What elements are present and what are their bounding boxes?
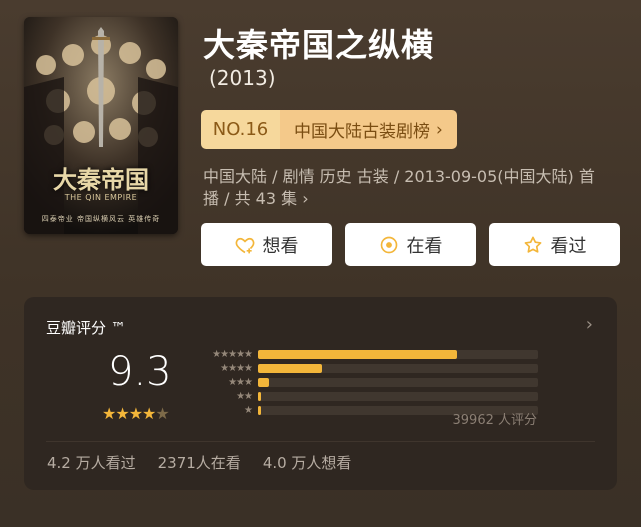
poster-title: 大秦帝国: [53, 165, 149, 194]
show-year: (2013): [209, 66, 276, 90]
divider: [46, 441, 595, 442]
show-title: 大秦帝国之纵横: [203, 26, 435, 64]
watching-label: 在看: [406, 235, 443, 257]
star-icon: ★: [102, 404, 116, 423]
poster-subtitle: THE QIN EMPIRE: [64, 193, 138, 202]
distribution-row-5: ★★★★★: [198, 347, 538, 361]
star-outline-icon: [524, 236, 541, 253]
rating-card[interactable]: 豆瓣评分 ™ › 9.3 ★★★★★ ★★★★★ ★★★★ ★★★ ★★ ★ 3…: [24, 297, 617, 490]
want-label: 想看: [262, 235, 299, 257]
four-star-icon: ★★★★: [220, 362, 253, 374]
meta-line-1: 中国大陆 / 剧情 历史 古装 / 2013-09-05(中国大陆) 首: [203, 167, 595, 186]
distribution-row-3: ★★★: [198, 375, 538, 389]
bar-track: [258, 349, 538, 359]
audience-stats: 4.2 万人看过 2371人在看 4.0 万人想看: [47, 452, 351, 473]
rating-header: 豆瓣评分 ™: [46, 319, 126, 337]
star-icon: ★: [128, 404, 143, 423]
star-icon: ★: [115, 404, 129, 423]
star-rating: ★★★★★: [102, 404, 170, 423]
distribution-row-2: ★★: [198, 389, 538, 403]
chevron-right-icon[interactable]: ›: [586, 314, 593, 335]
bar-fill-5: [258, 349, 457, 359]
watching-button[interactable]: 在看: [345, 223, 476, 266]
two-star-icon: ★★: [236, 390, 253, 402]
rating-score: 9.3: [108, 349, 172, 395]
rating-distribution: ★★★★★ ★★★★ ★★★ ★★ ★: [198, 347, 538, 417]
rank-number: NO.16: [201, 110, 280, 149]
star-icon: ★: [142, 404, 156, 423]
want-button[interactable]: 想看: [201, 223, 332, 266]
half-star-icon: ★: [155, 404, 169, 423]
poster-image[interactable]: 大秦帝国 THE QIN EMPIRE 四泰帝业 帝国纵横风云 英雄传奇: [24, 17, 178, 234]
heart-plus-icon: [235, 237, 254, 253]
five-star-icon: ★★★★★: [212, 348, 253, 360]
bar-track: [258, 377, 538, 387]
watching-count[interactable]: 2371人在看: [158, 452, 241, 473]
want-count[interactable]: 4.0 万人想看: [263, 452, 352, 473]
bar-track: [258, 363, 538, 373]
bar-fill-1: [258, 405, 261, 415]
chevron-right-icon: ›: [302, 189, 309, 208]
bar-track: [258, 391, 538, 401]
bar-fill-4: [258, 363, 323, 373]
watched-label: 看过: [550, 235, 587, 257]
rating-votes: 39962 人评分: [452, 413, 538, 428]
one-star-icon: ★: [244, 404, 253, 416]
three-star-icon: ★★★: [228, 376, 253, 388]
meta-line-2: 播 / 共 43 集: [203, 189, 298, 208]
bar-fill-3: [258, 377, 270, 387]
rank-list-label: 中国大陆古装剧榜: [294, 122, 430, 142]
bar-fill-2: [258, 391, 261, 401]
watched-button[interactable]: 看过: [489, 223, 620, 266]
chevron-right-icon: ›: [436, 119, 443, 140]
poster-tagline: 四泰帝业 帝国纵横风云 英雄传奇: [41, 215, 161, 223]
target-circle-icon: [380, 236, 397, 253]
watched-count[interactable]: 4.2 万人看过: [47, 452, 136, 473]
show-meta[interactable]: 中国大陆 / 剧情 历史 古装 / 2013-09-05(中国大陆) 首 播 /…: [203, 166, 623, 210]
action-bar: 想看 在看 看过: [201, 223, 620, 266]
rank-list-link[interactable]: 中国大陆古装剧榜 ›: [280, 110, 457, 149]
distribution-row-4: ★★★★: [198, 361, 538, 375]
rank-badge[interactable]: NO.16 中国大陆古装剧榜 ›: [201, 110, 457, 149]
